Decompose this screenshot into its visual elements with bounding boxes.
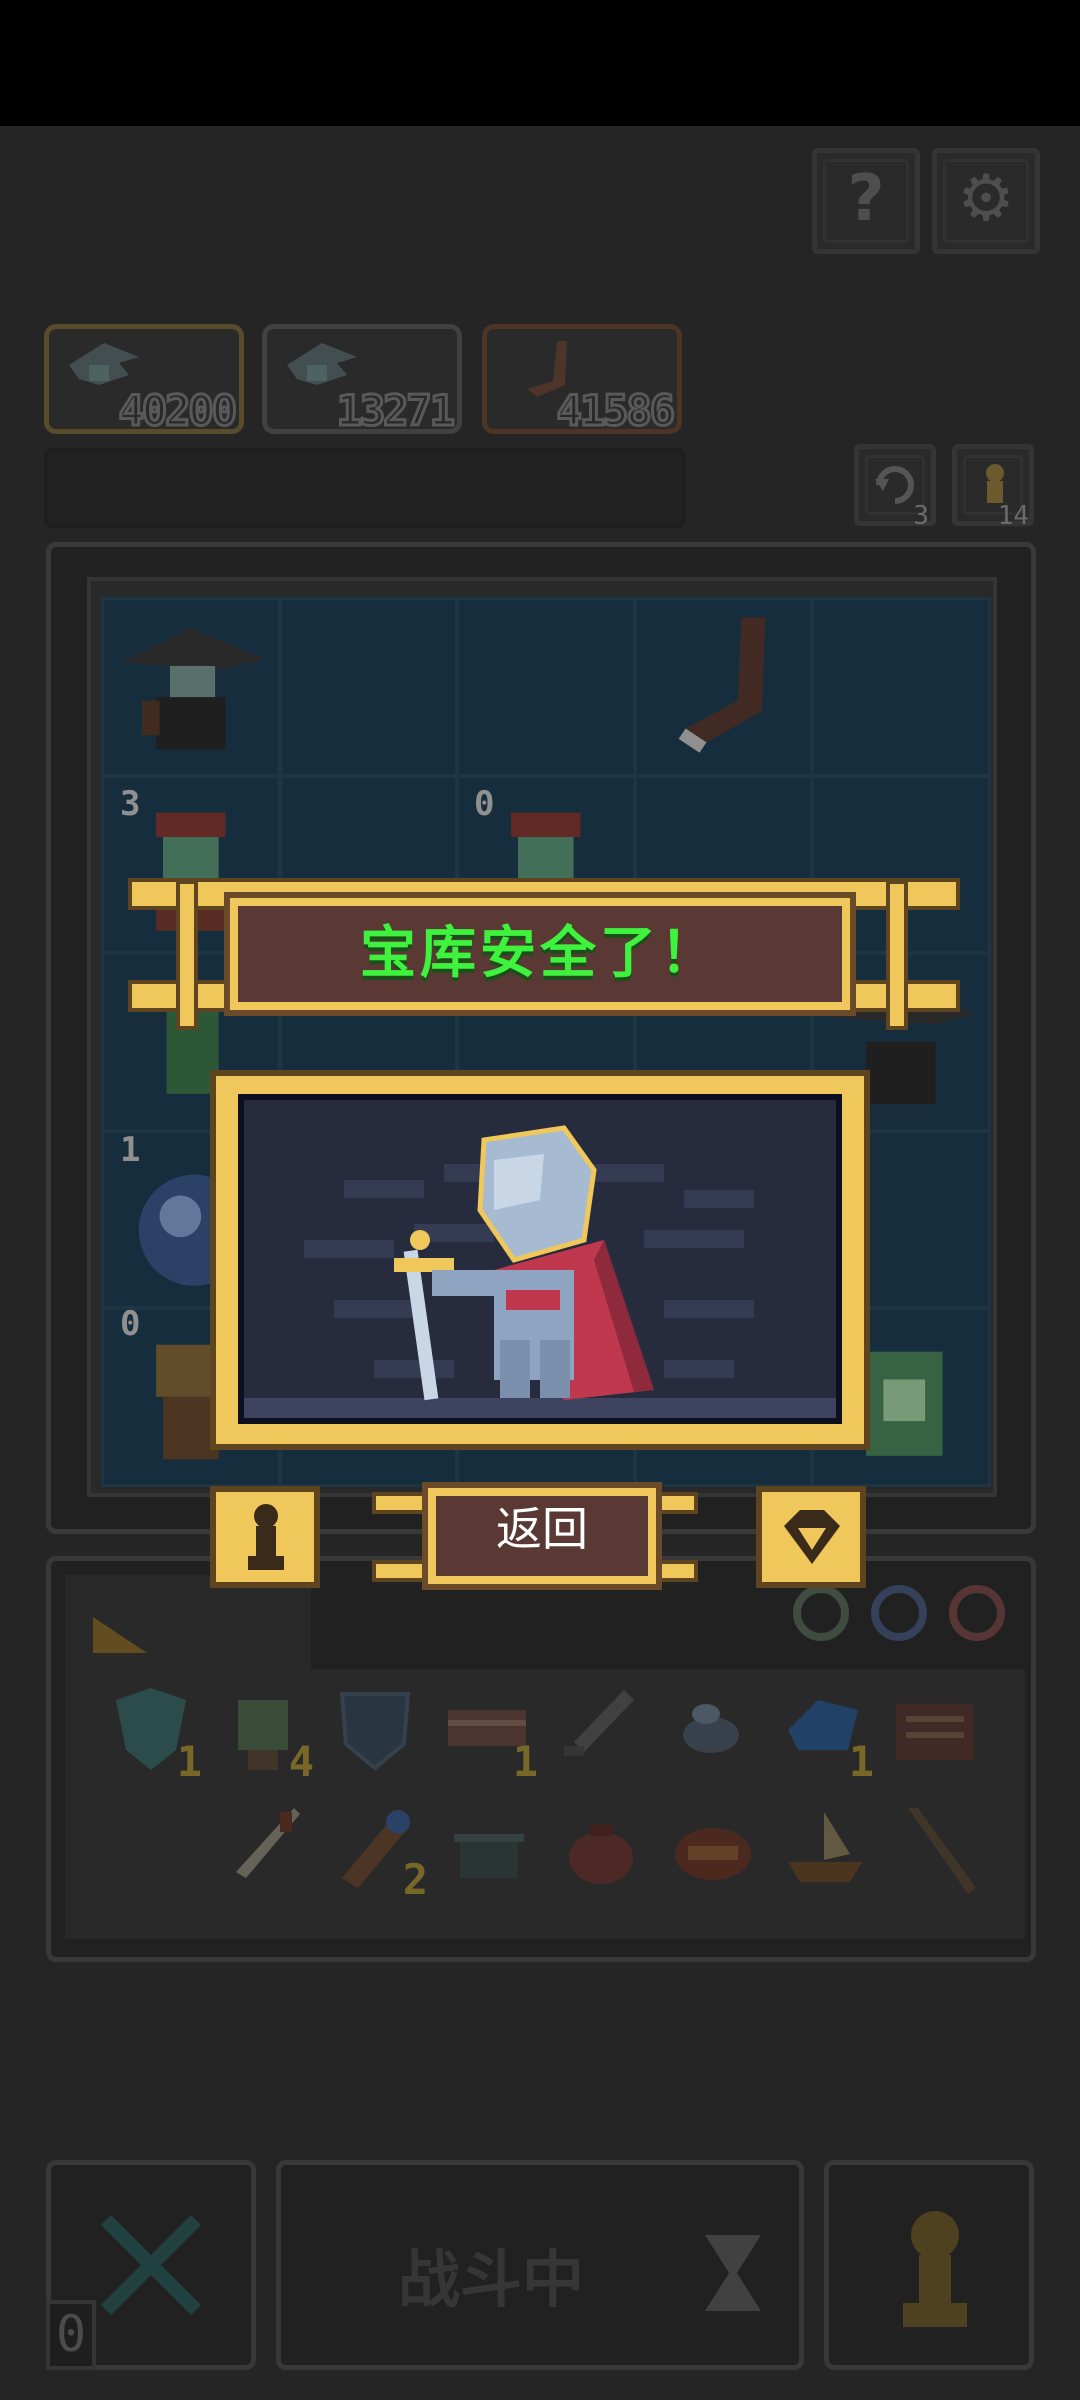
help-button[interactable]: ? [812,148,920,254]
inventory-tab[interactable] [65,1575,311,1669]
cell-marker: 0 [474,784,495,824]
gear-icon: ⚙ [957,162,1015,236]
inventory-item[interactable]: 1 [442,1680,538,1786]
item-count: 1 [176,1737,202,1786]
item-count: 4 [288,1737,314,1786]
hook-item-icon [678,617,766,753]
board-cell[interactable] [101,597,281,777]
dialog-picture-frame [210,1070,870,1450]
cell-marker: 0 [120,1304,141,1344]
sword-icon [564,1690,634,1756]
red-ring-icon[interactable] [949,1585,1005,1641]
score-card-1: 40200 [44,324,244,437]
dialog-picture [238,1094,842,1424]
title-post-left [176,880,198,1030]
battle-label: 战斗中 [397,2243,584,2316]
score-value: 13271 [335,385,456,437]
inventory-item[interactable]: 1 [778,1680,874,1786]
inventory-item[interactable] [444,1798,534,1898]
pouch-icon [569,1824,633,1884]
inventory-row-1: 1 4 1 1 [106,1680,1006,1790]
close-icon [101,2215,201,2315]
board-cell[interactable] [811,597,991,777]
chest-icon [896,1704,974,1760]
bee-icon [683,1704,739,1753]
unit-badge-button[interactable] [210,1486,320,1588]
dialog-title-banner: 宝库安全了！ [230,898,850,1010]
inventory-item[interactable] [780,1798,870,1898]
reroll-button[interactable]: 3 [854,444,936,531]
barrel-icon [675,1828,751,1880]
gem-icon [784,1510,840,1564]
inventory-row-2: 2 [220,1798,1000,1908]
inventory-item[interactable] [554,1680,644,1780]
blue-ring-icon[interactable] [871,1585,927,1641]
cancel-counter: 0 [46,2300,96,2370]
score-value: 40200 [117,385,238,437]
bandit-unit-icon [121,627,264,750]
gem-badge-button[interactable] [756,1486,866,1588]
score-card-3: 41586 [482,324,682,437]
return-button[interactable]: 返回 [428,1488,656,1584]
item-count: 1 [512,1737,538,1786]
dialog-title: 宝库安全了！ [360,921,720,986]
board-cell[interactable] [456,597,636,777]
inventory-item[interactable]: 1 [106,1680,202,1786]
pawn-icon [248,1504,284,1570]
item-count: 2 [402,1855,428,1904]
inventory-item[interactable] [666,1680,756,1780]
message-strip [44,448,686,528]
unit-count: 14 [997,501,1029,531]
reroll-icon [875,466,914,504]
score-card-2: 13271 [262,324,462,437]
green-ring-icon[interactable] [793,1585,849,1641]
help-icon: ? [847,162,885,236]
inventory-item[interactable] [220,1798,310,1898]
shield-icon [339,1692,411,1771]
inventory-item[interactable] [330,1680,420,1780]
inventory-item[interactable] [890,1680,980,1780]
score-value: 41586 [555,385,676,437]
inventory-item[interactable] [668,1798,758,1898]
board-cell[interactable] [633,597,814,777]
cell-marker: 3 [120,784,141,824]
battle-status-button[interactable]: 战斗中 [276,2160,804,2370]
knight-illustration [244,1100,836,1418]
inventory-item[interactable]: 2 [332,1798,428,1904]
ship-icon [788,1812,862,1882]
cell-marker: 1 [120,1130,141,1170]
pawn-icon [903,2211,967,2327]
return-label: 返回 [496,1502,588,1556]
units-panel-button[interactable] [824,2160,1034,2370]
inventory-item[interactable] [556,1798,646,1898]
cheese-icon [93,1617,147,1653]
reroll-count: 3 [913,501,929,531]
hourglass-icon [705,2235,761,2311]
item-count: 1 [848,1737,874,1786]
staff-icon [908,1808,976,1894]
title-post-right [886,880,908,1030]
dagger-icon [236,1808,300,1878]
settings-button[interactable]: ⚙ [932,148,1040,254]
inventory-item[interactable]: 4 [218,1680,314,1786]
status-bar [0,0,1080,126]
cauldron-icon [454,1834,524,1878]
inventory-item[interactable] [892,1798,982,1898]
units-button[interactable]: 14 [952,444,1034,531]
board-cell[interactable] [278,597,459,777]
